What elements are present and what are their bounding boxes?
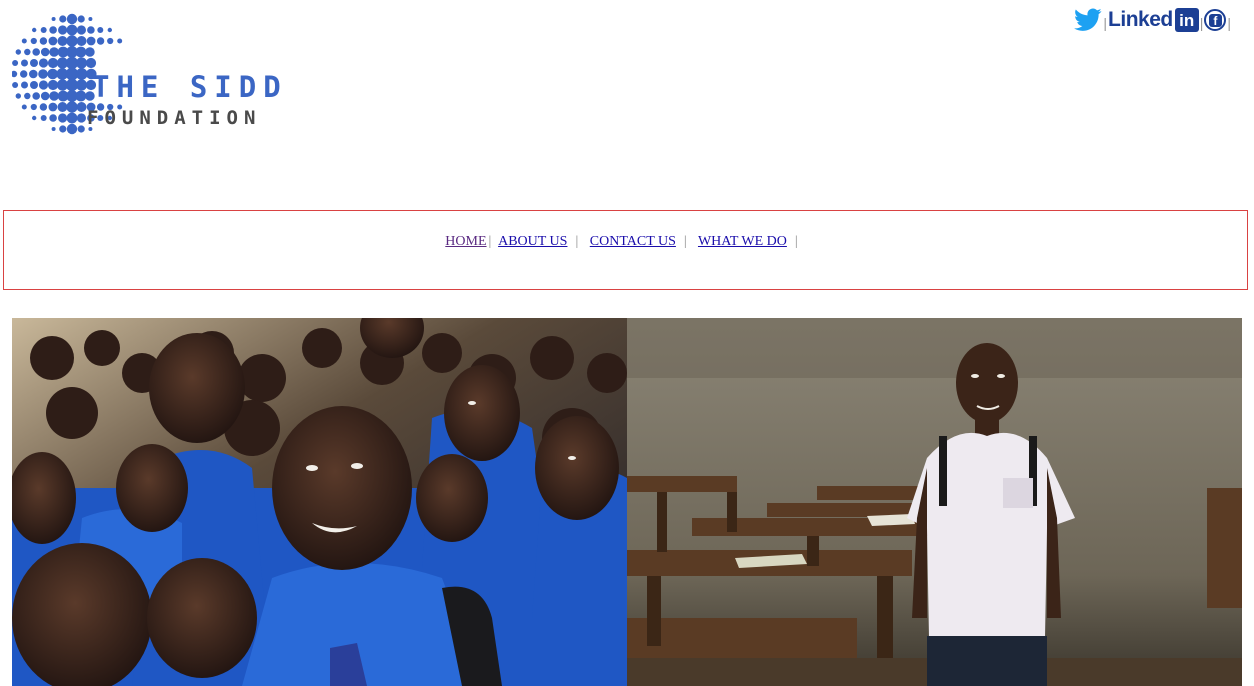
- hero-banner: [12, 318, 1242, 686]
- globe-dot: [58, 25, 68, 35]
- globe-dot: [20, 70, 28, 78]
- globe-dot: [49, 47, 59, 57]
- globe-dot: [107, 37, 114, 45]
- nav-about-link[interactable]: ABOUT US: [498, 234, 567, 249]
- globe-dot: [39, 103, 48, 111]
- globe-dot: [96, 37, 105, 45]
- globe-dot: [38, 80, 49, 90]
- globe-dot: [58, 113, 68, 123]
- globe-dot: [40, 27, 47, 33]
- globe-dot: [38, 58, 49, 68]
- logo-subtitle: FOUNDATION: [87, 107, 262, 129]
- globe-dot: [48, 102, 58, 112]
- globe-dot: [21, 104, 27, 110]
- globe-dot: [49, 91, 59, 101]
- globe-dot: [107, 27, 113, 33]
- globe-dot: [57, 36, 68, 46]
- schoolchildren-photo: [12, 318, 627, 686]
- globe-dot: [76, 36, 87, 46]
- globe-dot: [39, 37, 48, 45]
- facebook-letter: f: [1208, 13, 1222, 28]
- globe-dot: [86, 36, 96, 46]
- globe-dot: [12, 60, 19, 66]
- globe-dot: [97, 27, 104, 33]
- globe-dot: [30, 103, 37, 111]
- globe-dot: [117, 38, 123, 44]
- globe-dot: [66, 13, 78, 25]
- nav-home-link[interactable]: HOME: [445, 234, 486, 249]
- page: THE SIDD FOUNDATION | Linked in | f | HO…: [0, 0, 1254, 686]
- globe-dot: [40, 91, 50, 101]
- globe-dot: [76, 25, 86, 35]
- globe-dot: [85, 47, 95, 57]
- globe-dot: [32, 92, 40, 100]
- globe-dot: [59, 125, 67, 133]
- globe-dot: [32, 115, 37, 121]
- nav-separator: |: [488, 234, 492, 249]
- globe-dot: [66, 24, 78, 36]
- globe-dot: [59, 15, 67, 23]
- globe-dot: [75, 57, 88, 69]
- globe-dot: [87, 26, 95, 34]
- globe-dot: [47, 57, 59, 69]
- linkedin-word: Linked: [1108, 8, 1173, 31]
- social-links: | Linked in | f |: [1074, 6, 1232, 34]
- globe-dot: [51, 17, 56, 21]
- social-separator: |: [1227, 15, 1231, 31]
- logo-title: THE SIDD: [92, 70, 288, 104]
- foundation-logo[interactable]: THE SIDD FOUNDATION: [12, 12, 312, 138]
- globe-dot: [21, 81, 28, 89]
- globe-dot: [85, 57, 97, 69]
- globe-dot: [75, 90, 87, 102]
- globe-dot: [75, 68, 88, 80]
- nav-contact-link[interactable]: CONTACT US: [590, 234, 676, 249]
- globe-dot: [30, 59, 38, 67]
- facebook-icon[interactable]: f: [1204, 9, 1227, 31]
- globe-dot: [15, 93, 21, 99]
- twitter-icon[interactable]: [1074, 8, 1102, 32]
- globe-dot: [48, 36, 58, 46]
- globe-dot: [49, 26, 57, 34]
- globe-dot: [75, 46, 87, 58]
- globe-dot: [30, 37, 37, 45]
- linkedin-box: in: [1174, 8, 1199, 32]
- globe-dot: [29, 69, 38, 79]
- social-separator: |: [1103, 15, 1108, 31]
- nav-separator: |: [683, 234, 687, 249]
- globe-dot: [40, 47, 50, 57]
- globe-dot: [66, 101, 78, 113]
- globe-dot: [32, 48, 40, 56]
- globe-dot: [88, 17, 93, 21]
- globe-dot: [66, 35, 78, 47]
- globe-dot: [21, 59, 28, 67]
- main-nav: HOME | ABOUT US | CONTACT US | WHAT WE DO |: [3, 210, 1248, 290]
- globe-dot: [24, 92, 31, 100]
- globe-dot: [76, 113, 86, 123]
- globe-dot: [47, 79, 59, 91]
- globe-dot: [38, 69, 48, 79]
- nav-separator: |: [794, 234, 798, 249]
- globe-dot: [24, 48, 31, 56]
- classroom-boy-photo: [627, 318, 1242, 686]
- linkedin-icon[interactable]: Linked in: [1108, 8, 1199, 32]
- globe-dot: [21, 38, 27, 44]
- globe-dot: [49, 114, 57, 122]
- nav-separator: |: [575, 234, 579, 249]
- globe-dot: [12, 70, 18, 78]
- globe-dot: [76, 102, 87, 112]
- globe-dot: [15, 49, 21, 55]
- globe-dot: [66, 112, 78, 124]
- globe-dot: [30, 81, 38, 89]
- globe-dot: [51, 127, 56, 131]
- social-separator: |: [1199, 15, 1204, 31]
- globe-dot: [66, 123, 78, 135]
- globe-dot: [40, 115, 47, 121]
- globe-dot: [12, 82, 19, 88]
- nav-what-we-do-link[interactable]: WHAT WE DO: [698, 234, 787, 249]
- globe-dot: [75, 79, 88, 91]
- globe-dot: [77, 15, 85, 23]
- globe-dot: [77, 125, 85, 133]
- globe-dot: [57, 102, 68, 112]
- globe-dot: [32, 27, 37, 33]
